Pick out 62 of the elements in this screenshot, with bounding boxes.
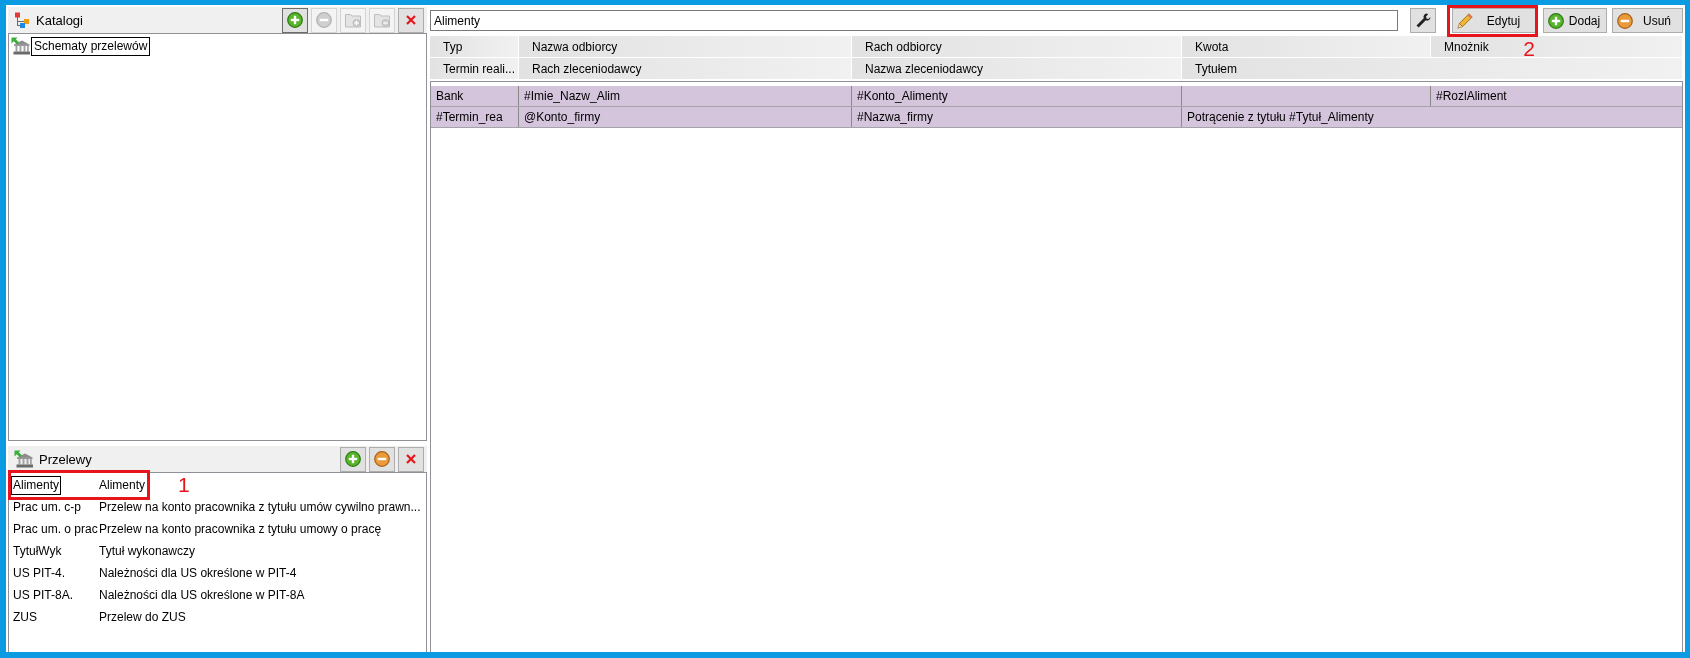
column-header[interactable]: Typ <box>430 36 519 57</box>
list-item-description: Przelew na konto pracownika z tytułu umów cywilno prawn... <box>99 500 421 514</box>
list-item[interactable]: ZUS <box>11 607 39 627</box>
table-cell: #Termin_rea <box>431 107 519 127</box>
close-icon <box>406 454 416 464</box>
minus-icon <box>1617 12 1633 29</box>
wrench-icon <box>1415 13 1431 28</box>
remove-button[interactable]: Usuń <box>1612 8 1683 33</box>
column-header[interactable]: Termin reali... <box>430 58 519 79</box>
bank-icon <box>11 37 30 55</box>
hierarchy-icon <box>14 12 30 28</box>
plus-icon <box>345 451 361 467</box>
name-field[interactable]: Alimenty <box>430 10 1398 31</box>
table-cell: @Konto_firmy <box>519 107 852 127</box>
folder-plus-icon <box>345 12 361 28</box>
column-header[interactable]: Nazwa odbiorcy <box>519 36 852 57</box>
column-header[interactable]: Nazwa zleceniodawcy <box>852 58 1182 79</box>
folder-minus-icon <box>374 12 390 28</box>
edit-button[interactable]: Edytuj <box>1452 8 1536 33</box>
plus-icon <box>287 12 303 28</box>
table-cell-text: #RozlAliment <box>1435 88 1508 105</box>
table-row[interactable]: Bank #Imie_Nazw_Alim #Konto_Alimenty #RozlAliment <box>431 86 1682 107</box>
table-cell-text: Potrącenie z tytułu #Tytuł_Alimenty <box>1186 109 1375 126</box>
list-item[interactable]: Alimenty <box>11 475 61 495</box>
table-cell: #Nazwa_firmy <box>852 107 1182 127</box>
column-header[interactable]: Tytułem <box>1182 58 1683 79</box>
remove-button[interactable] <box>369 446 395 472</box>
column-header[interactable]: Kwota <box>1182 36 1431 57</box>
column-header[interactable]: Rach zleceniodawcy <box>519 58 852 79</box>
bank-icon <box>14 450 33 468</box>
tree-item[interactable]: Schematy przelewów <box>31 36 151 56</box>
add-button[interactable] <box>282 7 308 33</box>
list-item-description: Należności dla US określone w PIT-4 <box>99 566 297 580</box>
minus-icon <box>374 451 390 467</box>
list-item-description: Tytuł wykonawczy <box>99 544 196 558</box>
close-button[interactable] <box>398 446 424 472</box>
close-button[interactable] <box>398 7 424 33</box>
list-item-description: Alimenty <box>99 478 145 492</box>
list-item[interactable]: Prac um. o prac <box>11 519 100 539</box>
table-cell: #Imie_Nazw_Alim <box>519 86 852 106</box>
close-icon <box>406 15 416 25</box>
add-button[interactable] <box>340 446 366 472</box>
column-header[interactable]: Rach odbiorcy <box>852 36 1182 57</box>
list-item[interactable]: US PIT-4. <box>11 563 67 583</box>
list-item[interactable]: US PIT-8A. <box>11 585 76 605</box>
list-item[interactable]: Prac um. c-p <box>11 497 83 517</box>
list-item[interactable]: TytułWyk <box>11 541 64 561</box>
table-cell: Bank <box>431 86 519 106</box>
settings-button[interactable] <box>1410 8 1436 33</box>
plus-icon <box>1548 12 1564 29</box>
list-item-description: Przelew na konto pracownika z tytułu umowy o pracę <box>99 522 382 536</box>
list-item-description: Należności dla US określone w PIT-8A <box>99 588 305 602</box>
add-button[interactable]: Dodaj <box>1543 8 1607 33</box>
list-item-description: Przelew do ZUS <box>99 610 186 624</box>
panel-title: Katalogi <box>36 12 83 28</box>
annotation-label: 1 <box>178 474 190 496</box>
pencil-icon <box>1457 12 1473 29</box>
table-row[interactable]: #Termin_rea @Konto_firmy #Nazwa_firmy Potrącenie z tytułu #Tytuł_Alimenty <box>431 107 1682 128</box>
table-cell: #Konto_Alimenty <box>852 86 1182 106</box>
panel-title: Przelewy <box>39 451 92 467</box>
annotation-label: 2 <box>1523 38 1535 60</box>
minus-icon <box>316 12 332 28</box>
